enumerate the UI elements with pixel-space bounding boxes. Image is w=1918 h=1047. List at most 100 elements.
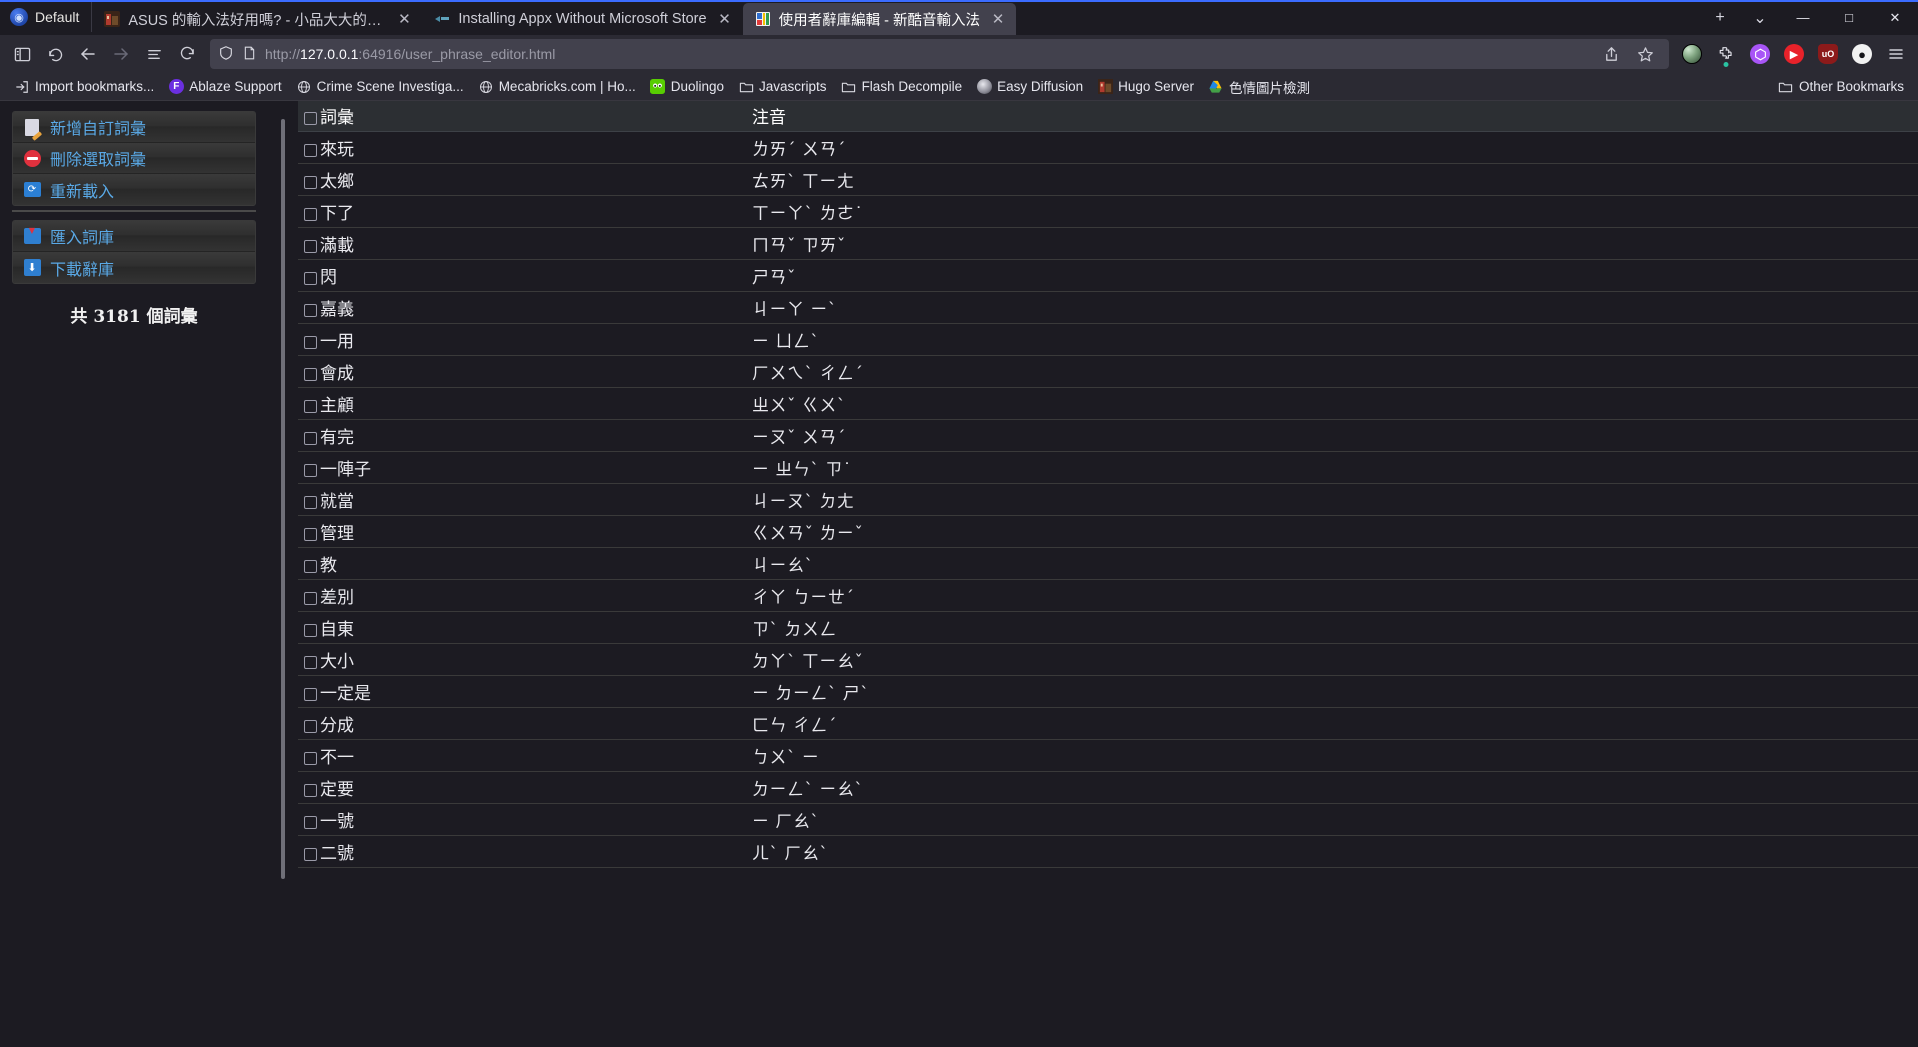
zhuyin-text: ㄒㄧㄚˋ ㄌㄜ˙ — [752, 204, 863, 224]
close-window-button[interactable]: ✕ — [1872, 0, 1918, 35]
row-checkbox[interactable] — [304, 400, 317, 413]
table-row[interactable]: 有完ㄧㄡˇ ㄨㄢˊ — [298, 419, 1918, 451]
tab-1[interactable]: ASUS 的輸入法好用嗎? - 小品大大的網站 ✕ — [92, 3, 422, 35]
table-row[interactable]: 分成ㄈㄣ ㄔㄥˊ — [298, 707, 1918, 739]
tab-2-close-icon[interactable]: ✕ — [715, 9, 735, 29]
forward-arrow-icon[interactable] — [105, 39, 137, 69]
bookmark-import-bookmarks[interactable]: Import bookmarks... — [8, 76, 160, 98]
row-checkbox[interactable] — [304, 528, 317, 541]
bookmark-duolingo[interactable]: Duolingo — [644, 76, 730, 98]
add-custom-phrase-button[interactable]: 新增自訂詞彙 — [13, 112, 255, 143]
youtube-icon[interactable]: ▶ — [1778, 39, 1810, 69]
table-row[interactable]: 差別ㄔㄚ ㄅㄧㄝˊ — [298, 579, 1918, 611]
back-arrow-icon[interactable] — [72, 39, 104, 69]
table-row[interactable]: 定要ㄉㄧㄥˋ ㄧㄠˋ — [298, 771, 1918, 803]
hamburger-menu-icon[interactable] — [1880, 39, 1912, 69]
row-checkbox[interactable] — [304, 144, 317, 157]
table-row[interactable]: 主顧ㄓㄨˇ ㄍㄨˋ — [298, 387, 1918, 419]
table-row[interactable]: 一陣子ㄧ ㄓㄣˋ ㄗ˙ — [298, 451, 1918, 483]
table-row[interactable]: 一號ㄧ ㄏㄠˋ — [298, 803, 1918, 835]
row-checkbox[interactable] — [304, 432, 317, 445]
reload-button[interactable]: ⟳ 重新載入 — [13, 174, 255, 205]
table-row[interactable]: 管理ㄍㄨㄢˇ ㄌㄧˇ — [298, 515, 1918, 547]
shield-icon[interactable] — [218, 45, 234, 64]
row-checkbox[interactable] — [304, 752, 317, 765]
table-row[interactable]: 自東ㄗˋ ㄉㄨㄥ — [298, 611, 1918, 643]
puzzle-extension-icon[interactable] — [1710, 39, 1742, 69]
row-checkbox[interactable] — [304, 368, 317, 381]
row-checkbox[interactable] — [304, 560, 317, 573]
address-bar[interactable]: http://127.0.0.1:64916/user_phrase_edito… — [210, 39, 1669, 69]
table-row[interactable]: 會成ㄏㄨㄟˋ ㄔㄥˊ — [298, 355, 1918, 387]
profile-chip[interactable]: ◉ Default — [4, 2, 92, 32]
page-info-icon[interactable] — [242, 45, 257, 64]
row-checkbox[interactable] — [304, 592, 317, 605]
star-icon[interactable] — [1629, 39, 1661, 69]
row-checkbox[interactable] — [304, 464, 317, 477]
bookmark-folder-javascripts[interactable]: Javascripts — [732, 76, 833, 98]
bookmark-hugo-server[interactable]: Hugo Server — [1091, 76, 1200, 98]
tab-3[interactable]: 使用者辭庫編輯 - 新酷音輸入法 ✕ — [743, 3, 1016, 35]
tab-3-close-icon[interactable]: ✕ — [988, 9, 1008, 29]
maximize-button[interactable]: □ — [1826, 0, 1872, 35]
download-dictionary-button[interactable]: ⬇ 下載辭庫 — [13, 252, 255, 283]
reader-list-icon[interactable] — [138, 39, 170, 69]
phrase-text: 滿載 — [320, 236, 354, 256]
sidebar-icon[interactable] — [6, 39, 38, 69]
table-row[interactable]: 就當ㄐㄧㄡˋ ㄉㄤ — [298, 483, 1918, 515]
column-header-zhuyin[interactable]: 注音 — [746, 101, 1918, 131]
reload-icon[interactable] — [171, 39, 203, 69]
row-checkbox[interactable] — [304, 816, 317, 829]
row-checkbox[interactable] — [304, 336, 317, 349]
delete-selected-phrase-button[interactable]: 刪除選取詞彙 — [13, 143, 255, 174]
row-checkbox[interactable] — [304, 656, 317, 669]
bookmark-mecabricks[interactable]: Mecabricks.com | Ho... — [472, 76, 642, 98]
row-checkbox[interactable] — [304, 688, 317, 701]
table-row[interactable]: 二號ㄦˋ ㄏㄠˋ — [298, 835, 1918, 867]
column-header-phrase[interactable]: 詞彙 — [298, 101, 746, 131]
bookmark-crime-scene-investigation[interactable]: Crime Scene Investiga... — [290, 76, 470, 98]
account-avatar[interactable] — [1676, 39, 1708, 69]
row-checkbox[interactable] — [304, 848, 317, 861]
table-row[interactable]: 太鄉ㄊㄞˋ ㄒㄧㄤ — [298, 163, 1918, 195]
vertical-scrollbar[interactable] — [278, 101, 288, 1047]
minimize-button[interactable]: — — [1780, 0, 1826, 35]
table-row[interactable]: 嘉義ㄐㄧㄚ ㄧˋ — [298, 291, 1918, 323]
bitwarden-icon[interactable] — [1744, 39, 1776, 69]
github-icon[interactable]: ● — [1846, 39, 1878, 69]
table-row[interactable]: 來玩ㄌㄞˊ ㄨㄢˊ — [298, 131, 1918, 163]
scrollbar-thumb[interactable] — [281, 119, 285, 879]
tab-2[interactable]: Installing Appx Without Microsoft Store … — [422, 3, 742, 35]
table-row[interactable]: 一用ㄧ ㄩㄥˋ — [298, 323, 1918, 355]
other-bookmarks-button[interactable]: Other Bookmarks — [1772, 76, 1910, 98]
table-row[interactable]: 大小ㄉㄚˋ ㄒㄧㄠˇ — [298, 643, 1918, 675]
row-checkbox[interactable] — [304, 720, 317, 733]
select-all-checkbox[interactable] — [304, 112, 317, 125]
bookmark-folder-flash-decompile[interactable]: Flash Decompile — [835, 76, 969, 98]
row-checkbox[interactable] — [304, 208, 317, 221]
bookmark-nsfw-detector[interactable]: 色情圖片檢測 — [1202, 74, 1316, 100]
table-row[interactable]: 滿載ㄇㄢˇ ㄗㄞˇ — [298, 227, 1918, 259]
table-row[interactable]: 一定是ㄧ ㄉㄧㄥˋ ㄕˋ — [298, 675, 1918, 707]
table-row[interactable]: 不一ㄅㄨˋ ㄧ — [298, 739, 1918, 771]
row-checkbox[interactable] — [304, 304, 317, 317]
table-row[interactable]: 教ㄐㄧㄠˋ — [298, 547, 1918, 579]
row-checkbox[interactable] — [304, 176, 317, 189]
import-dictionary-button[interactable]: 匯入詞庫 — [13, 221, 255, 252]
bookmark-ablaze-support[interactable]: F Ablaze Support — [162, 76, 287, 98]
row-checkbox[interactable] — [304, 240, 317, 253]
row-checkbox[interactable] — [304, 496, 317, 509]
tab-1-close-icon[interactable]: ✕ — [394, 9, 414, 29]
undo-icon[interactable] — [39, 39, 71, 69]
new-tab-button[interactable]: + — [1700, 2, 1740, 34]
bookmark-easy-diffusion[interactable]: Easy Diffusion — [970, 76, 1089, 98]
phrase-cell: 來玩 — [298, 131, 746, 163]
table-row[interactable]: 閃ㄕㄢˇ — [298, 259, 1918, 291]
row-checkbox[interactable] — [304, 624, 317, 637]
ublock-origin-icon[interactable]: uO — [1812, 39, 1844, 69]
tab-list-chevron-down-icon[interactable]: ⌄ — [1740, 2, 1780, 34]
share-icon[interactable] — [1595, 39, 1627, 69]
table-row[interactable]: 下了ㄒㄧㄚˋ ㄌㄜ˙ — [298, 195, 1918, 227]
row-checkbox[interactable] — [304, 784, 317, 797]
row-checkbox[interactable] — [304, 272, 317, 285]
